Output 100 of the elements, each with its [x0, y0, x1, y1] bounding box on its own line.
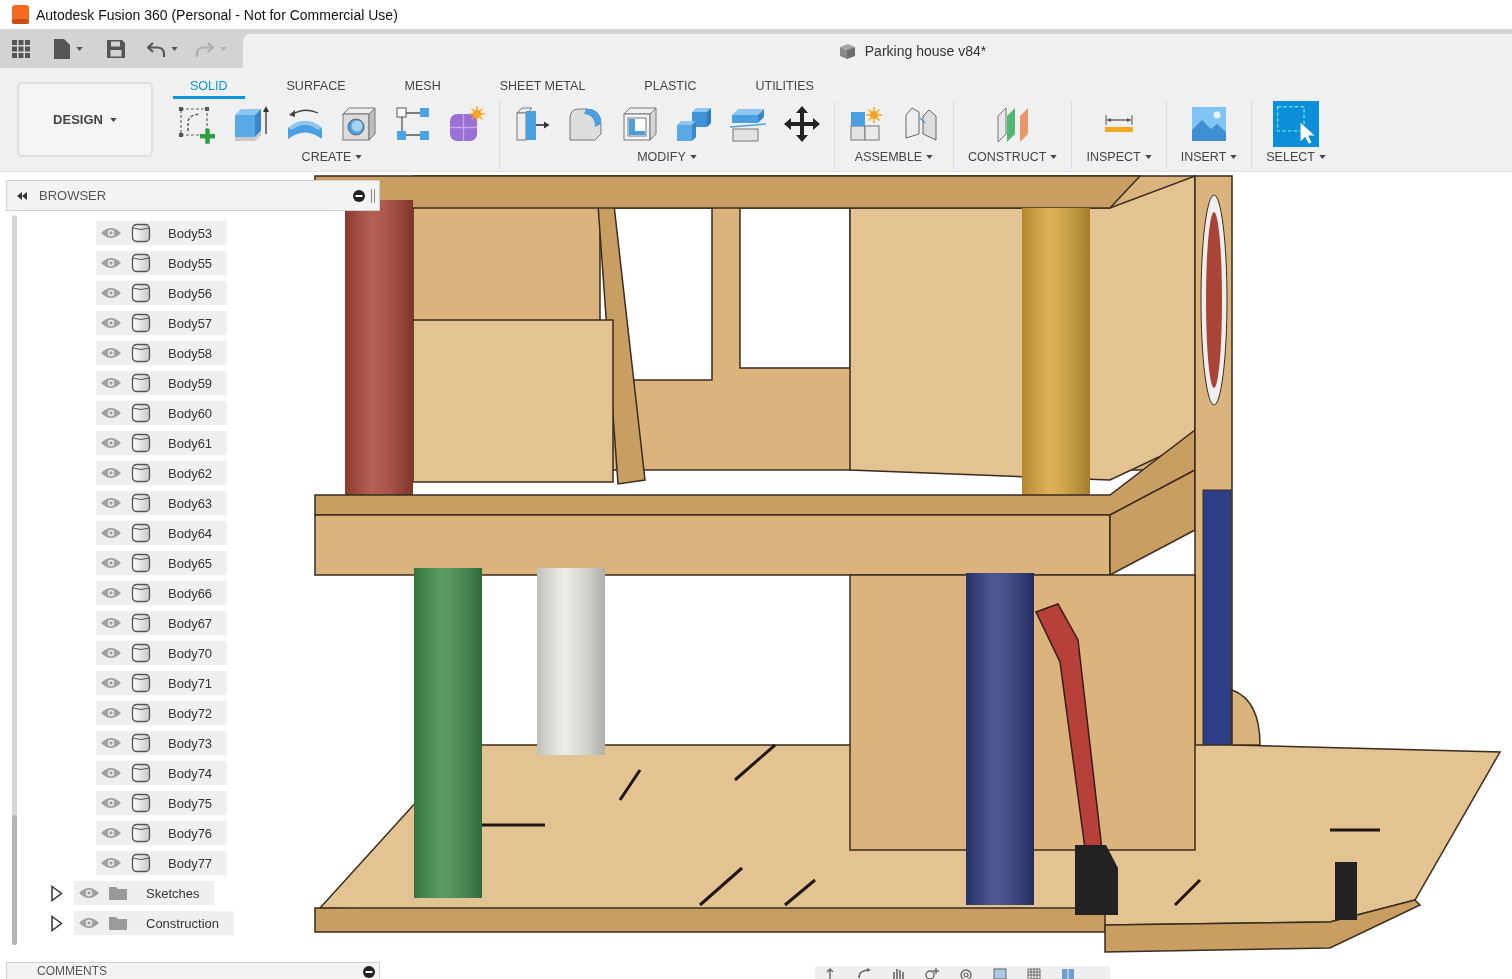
solid-body-icon [131, 463, 151, 483]
caret-icon[interactable] [76, 46, 83, 51]
eye-icon[interactable] [100, 556, 122, 570]
expand-triangle-icon[interactable] [50, 914, 63, 932]
folder-icon [108, 885, 128, 901]
undo-icon[interactable] [147, 40, 165, 57]
caret-icon [1050, 155, 1058, 159]
tree-item[interactable]: Body55 [96, 251, 228, 275]
eye-icon[interactable] [100, 466, 122, 480]
tree-item[interactable]: Body64 [96, 521, 228, 545]
tree-item[interactable]: Body70 [96, 641, 228, 665]
tree-item[interactable]: Body74 [96, 761, 228, 785]
select-cursor-icon[interactable] [1273, 101, 1320, 147]
solid-body-icon [131, 733, 151, 753]
file-icon[interactable] [54, 38, 70, 59]
caret-icon[interactable] [171, 46, 178, 51]
eye-icon[interactable] [100, 376, 122, 390]
eye-icon[interactable] [78, 916, 100, 930]
minus-circle-icon[interactable] [353, 189, 365, 202]
eye-icon[interactable] [100, 226, 122, 240]
scrollbar-thumb[interactable] [12, 815, 17, 945]
minus-circle-icon[interactable] [363, 966, 375, 978]
grid-icon[interactable] [1027, 968, 1041, 979]
tree-item[interactable]: Construction [74, 911, 234, 935]
tree-item[interactable]: Body77 [96, 851, 228, 875]
cube-sparkle-icon[interactable] [447, 104, 487, 144]
tree-item[interactable]: Body56 [96, 281, 228, 305]
eye-icon[interactable] [100, 676, 122, 690]
eye-icon[interactable] [100, 796, 122, 810]
double-arrow-icon[interactable] [17, 191, 28, 200]
tree-item[interactable]: Body59 [96, 371, 228, 395]
sketch-plus-icon[interactable] [177, 104, 217, 144]
orbit-icon[interactable] [857, 968, 871, 979]
eye-icon[interactable] [100, 526, 122, 540]
ribbon-tab[interactable]: SHEET METAL [482, 72, 603, 99]
tree-item[interactable]: Body73 [96, 731, 228, 755]
caret-icon [355, 155, 363, 159]
save-icon[interactable] [107, 39, 125, 58]
zoom-icon[interactable] [925, 968, 939, 979]
ribbon-tab[interactable]: MESH [387, 72, 458, 99]
tree-item[interactable]: Body61 [96, 431, 228, 455]
eye-icon[interactable] [100, 286, 122, 300]
eye-icon[interactable] [100, 736, 122, 750]
eye-icon[interactable] [100, 706, 122, 720]
solid-body-icon [131, 553, 151, 573]
eye-icon[interactable] [100, 316, 122, 330]
eye-icon[interactable] [100, 766, 122, 780]
tree-item[interactable]: Body58 [96, 341, 228, 365]
eye-icon[interactable] [100, 616, 122, 630]
expand-triangle-icon[interactable] [50, 884, 63, 902]
eye-icon[interactable] [100, 646, 122, 660]
tool-group-menu[interactable]: MODIFY [637, 147, 697, 167]
eye-icon[interactable] [78, 886, 100, 900]
move-arrows-icon[interactable] [782, 104, 822, 144]
tree-item[interactable]: Sketches [74, 881, 215, 905]
document-tab[interactable]: Parking house v84* [243, 34, 1512, 68]
solid-body-icon [131, 583, 151, 603]
tool-group-menu[interactable]: CREATE [301, 147, 363, 167]
scrollbar-track[interactable] [12, 215, 17, 945]
cube-hole-icon[interactable] [339, 104, 379, 144]
ribbon-tab[interactable]: PLASTIC [627, 72, 714, 99]
eye-icon[interactable] [100, 406, 122, 420]
tree-item[interactable]: Body67 [96, 611, 228, 635]
tree-item[interactable]: Body53 [96, 221, 228, 245]
eye-icon[interactable] [100, 496, 122, 510]
solid-body-icon [131, 643, 151, 663]
eye-icon[interactable] [100, 436, 122, 450]
tree-item[interactable]: Body60 [96, 401, 228, 425]
lever-bracket [1075, 845, 1118, 915]
tree-item[interactable]: Body76 [96, 821, 228, 845]
eye-icon[interactable] [100, 346, 122, 360]
ribbon-tab[interactable]: UTILITIES [738, 72, 831, 99]
solid-body-icon [131, 433, 151, 453]
workspace-button[interactable]: DESIGN [17, 82, 153, 157]
tool-group-menu[interactable]: CONSTRUCT [968, 147, 1058, 167]
eye-icon[interactable] [100, 826, 122, 840]
tool-group-menu[interactable]: ASSEMBLE [854, 147, 934, 167]
tree-item[interactable]: Body72 [96, 701, 228, 725]
tool-group-menu[interactable]: INSERT [1180, 147, 1238, 167]
eye-icon[interactable] [100, 586, 122, 600]
hollow-cube-icon[interactable] [620, 104, 660, 144]
magnifier-icon[interactable] [959, 968, 973, 979]
tree-item[interactable]: Body57 [96, 311, 228, 335]
tool-group-menu[interactable]: SELECT [1266, 147, 1326, 167]
cube-icon [838, 42, 856, 60]
tree-item[interactable]: Body75 [96, 791, 228, 815]
hand-icon[interactable] [891, 968, 905, 979]
eye-icon[interactable] [100, 856, 122, 870]
tree-item[interactable]: Body66 [96, 581, 228, 605]
tree-item[interactable]: Body65 [96, 551, 228, 575]
tree-item[interactable]: Body62 [96, 461, 228, 485]
tool-group-menu[interactable]: INSPECT [1086, 147, 1152, 167]
tree-item[interactable]: Body71 [96, 671, 228, 695]
panel-handle-icon[interactable] [371, 188, 375, 203]
monitor-icon[interactable] [993, 968, 1007, 979]
tree-item[interactable]: Body63 [96, 491, 228, 515]
ribbon-tab[interactable]: SURFACE [269, 72, 363, 99]
eye-icon[interactable] [100, 256, 122, 270]
window-panes-icon[interactable] [1061, 968, 1075, 979]
grid-menu-icon[interactable] [12, 39, 30, 58]
